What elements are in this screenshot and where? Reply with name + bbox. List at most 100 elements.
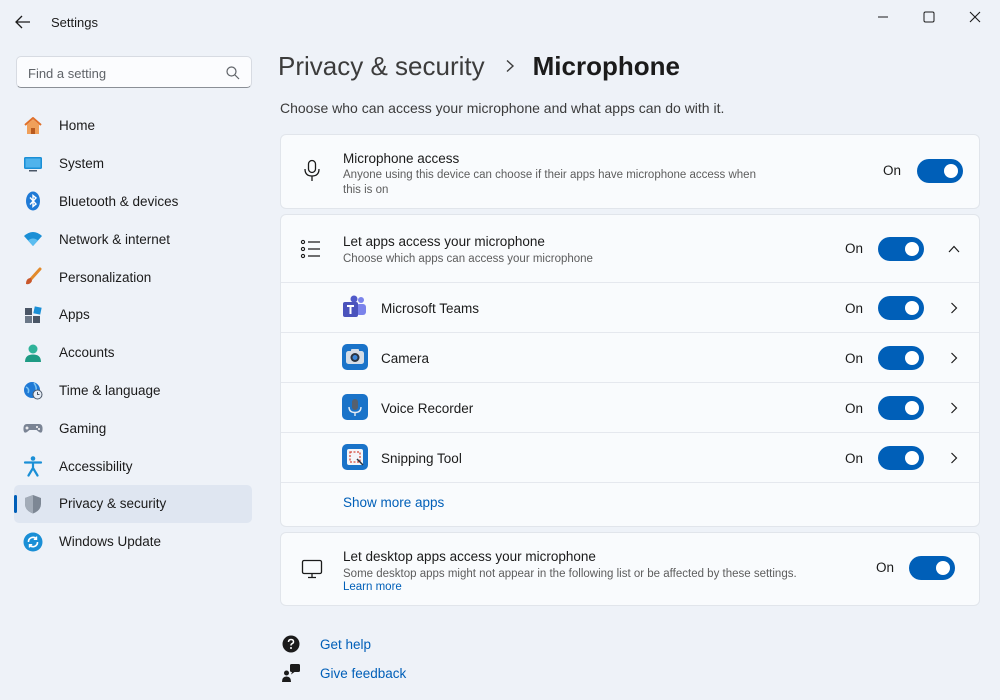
- sidebar-item-label: Accounts: [59, 345, 115, 361]
- snipping-tool-toggle[interactable]: [878, 446, 924, 470]
- camera-toggle[interactable]: [878, 346, 924, 370]
- list-icon: [299, 237, 323, 261]
- snipping-tool-icon: [342, 444, 368, 470]
- sidebar-nav: Home System Bluetooth & devices Network …: [14, 107, 252, 561]
- chevron-up-icon[interactable]: [946, 241, 962, 257]
- close-icon: [969, 11, 981, 23]
- sidebar-item-bluetooth[interactable]: Bluetooth & devices: [14, 183, 252, 221]
- microphone-access-state: On: [883, 163, 902, 178]
- microsoft-teams-toggle[interactable]: [878, 296, 924, 320]
- app-name: Camera: [381, 351, 430, 366]
- app-row-camera[interactable]: Camera On: [281, 332, 979, 382]
- minimize-icon: [878, 16, 888, 18]
- app-name: Snipping Tool: [381, 451, 462, 466]
- desktop-apps-title: Let desktop apps access your microphone: [343, 549, 596, 564]
- sidebar-item-time-language[interactable]: Time & language: [14, 372, 252, 410]
- sidebar-item-label: Privacy & security: [59, 496, 167, 512]
- sidebar-item-label: Bluetooth & devices: [59, 193, 179, 209]
- feedback-icon: [281, 663, 301, 683]
- camera-icon: [342, 344, 368, 370]
- minimize-button[interactable]: [860, 4, 906, 30]
- help-icon: [281, 634, 301, 654]
- desktop-apps-toggle[interactable]: [909, 556, 955, 580]
- app-row-voice-recorder[interactable]: Voice Recorder On: [281, 382, 979, 432]
- sidebar-item-accounts[interactable]: Accounts: [14, 334, 252, 372]
- search-input[interactable]: Find a setting: [28, 66, 106, 81]
- desktop-apps-state: On: [876, 560, 895, 575]
- close-button[interactable]: [952, 4, 998, 30]
- app-state: On: [845, 351, 864, 366]
- sidebar-item-gaming[interactable]: Gaming: [14, 409, 252, 447]
- learn-more-link[interactable]: Learn more: [343, 581, 402, 593]
- search-icon: [226, 66, 240, 80]
- voice-recorder-icon: [342, 394, 368, 420]
- app-state: On: [845, 451, 864, 466]
- page-title: Microphone: [532, 50, 680, 81]
- sidebar-item-personalization[interactable]: Personalization: [14, 258, 252, 296]
- home-icon: [22, 115, 44, 137]
- apps-access-row[interactable]: Let apps access your microphone Choose w…: [281, 215, 979, 282]
- brush-icon: [22, 266, 44, 288]
- microphone-access-title: Microphone access: [343, 151, 460, 166]
- sidebar-item-accessibility[interactable]: Accessibility: [14, 447, 252, 485]
- apps-access-description: Choose which apps can access your microp…: [343, 253, 593, 265]
- get-help-label: Get help: [320, 636, 372, 652]
- monitor-icon: [300, 557, 324, 581]
- wifi-icon: [22, 228, 44, 250]
- app-row-microsoft-teams[interactable]: Microsoft Teams On: [281, 282, 979, 332]
- shield-icon: [22, 493, 44, 515]
- update-icon: [22, 531, 44, 553]
- accounts-icon: [22, 342, 44, 364]
- maximize-button[interactable]: [906, 4, 952, 30]
- microphone-access-description: Anyone using this device can choose if t…: [343, 169, 756, 196]
- sidebar-item-privacy-security[interactable]: Privacy & security: [14, 484, 252, 523]
- breadcrumb-chevron-icon: [505, 59, 515, 73]
- chevron-right-icon[interactable]: [946, 300, 962, 316]
- chevron-right-icon[interactable]: [946, 350, 962, 366]
- teams-icon: [342, 294, 368, 320]
- app-title: Settings: [51, 15, 98, 30]
- back-arrow-icon: [15, 15, 30, 29]
- sidebar-item-home[interactable]: Home: [14, 107, 252, 145]
- sidebar-item-label: Windows Update: [59, 534, 162, 550]
- sidebar-item-label: Accessibility: [59, 458, 133, 474]
- sidebar-item-windows-update[interactable]: Windows Update: [14, 523, 252, 561]
- desktop-apps-description: Some desktop apps might not appear in th…: [343, 568, 797, 580]
- maximize-icon: [923, 11, 935, 23]
- show-more-apps-link[interactable]: Show more apps: [343, 495, 444, 510]
- sidebar-item-label: Network & internet: [59, 231, 171, 247]
- search-box[interactable]: Find a setting: [16, 56, 252, 88]
- microphone-access-card: Microphone access Anyone using this devi…: [280, 134, 980, 209]
- sidebar-item-label: Personalization: [59, 269, 152, 285]
- microphone-access-toggle[interactable]: [917, 159, 963, 183]
- sidebar-item-label: Gaming: [59, 420, 107, 436]
- sidebar-item-label: System: [59, 156, 105, 172]
- gamepad-icon: [22, 417, 44, 439]
- breadcrumb-parent[interactable]: Privacy & security: [278, 51, 485, 82]
- get-help-link[interactable]: Get help: [281, 634, 371, 654]
- app-name: Voice Recorder: [381, 401, 474, 416]
- app-state: On: [845, 401, 864, 416]
- give-feedback-link[interactable]: Give feedback: [281, 663, 406, 683]
- app-state: On: [845, 301, 864, 316]
- back-button[interactable]: [10, 10, 36, 34]
- sidebar-item-label: Time & language: [59, 382, 161, 398]
- voice-recorder-toggle[interactable]: [878, 396, 924, 420]
- apps-access-state: On: [845, 241, 864, 256]
- bluetooth-icon: [22, 190, 44, 212]
- sidebar-item-network[interactable]: Network & internet: [14, 220, 252, 258]
- app-name: Microsoft Teams: [381, 301, 480, 316]
- globe-clock-icon: [22, 379, 44, 401]
- desktop-apps-card: Let desktop apps access your microphone …: [280, 532, 980, 606]
- accessibility-icon: [22, 455, 44, 477]
- chevron-right-icon[interactable]: [946, 450, 962, 466]
- sidebar-item-apps[interactable]: Apps: [14, 296, 252, 334]
- chevron-right-icon[interactable]: [946, 400, 962, 416]
- system-icon: [22, 153, 44, 175]
- apps-access-toggle[interactable]: [878, 237, 924, 261]
- show-more-row: Show more apps: [281, 482, 979, 526]
- sidebar-item-label: Home: [59, 118, 96, 134]
- app-row-snipping-tool[interactable]: Snipping Tool On: [281, 432, 979, 482]
- sidebar-item-system[interactable]: System: [14, 145, 252, 183]
- apps-access-title: Let apps access your microphone: [343, 234, 545, 249]
